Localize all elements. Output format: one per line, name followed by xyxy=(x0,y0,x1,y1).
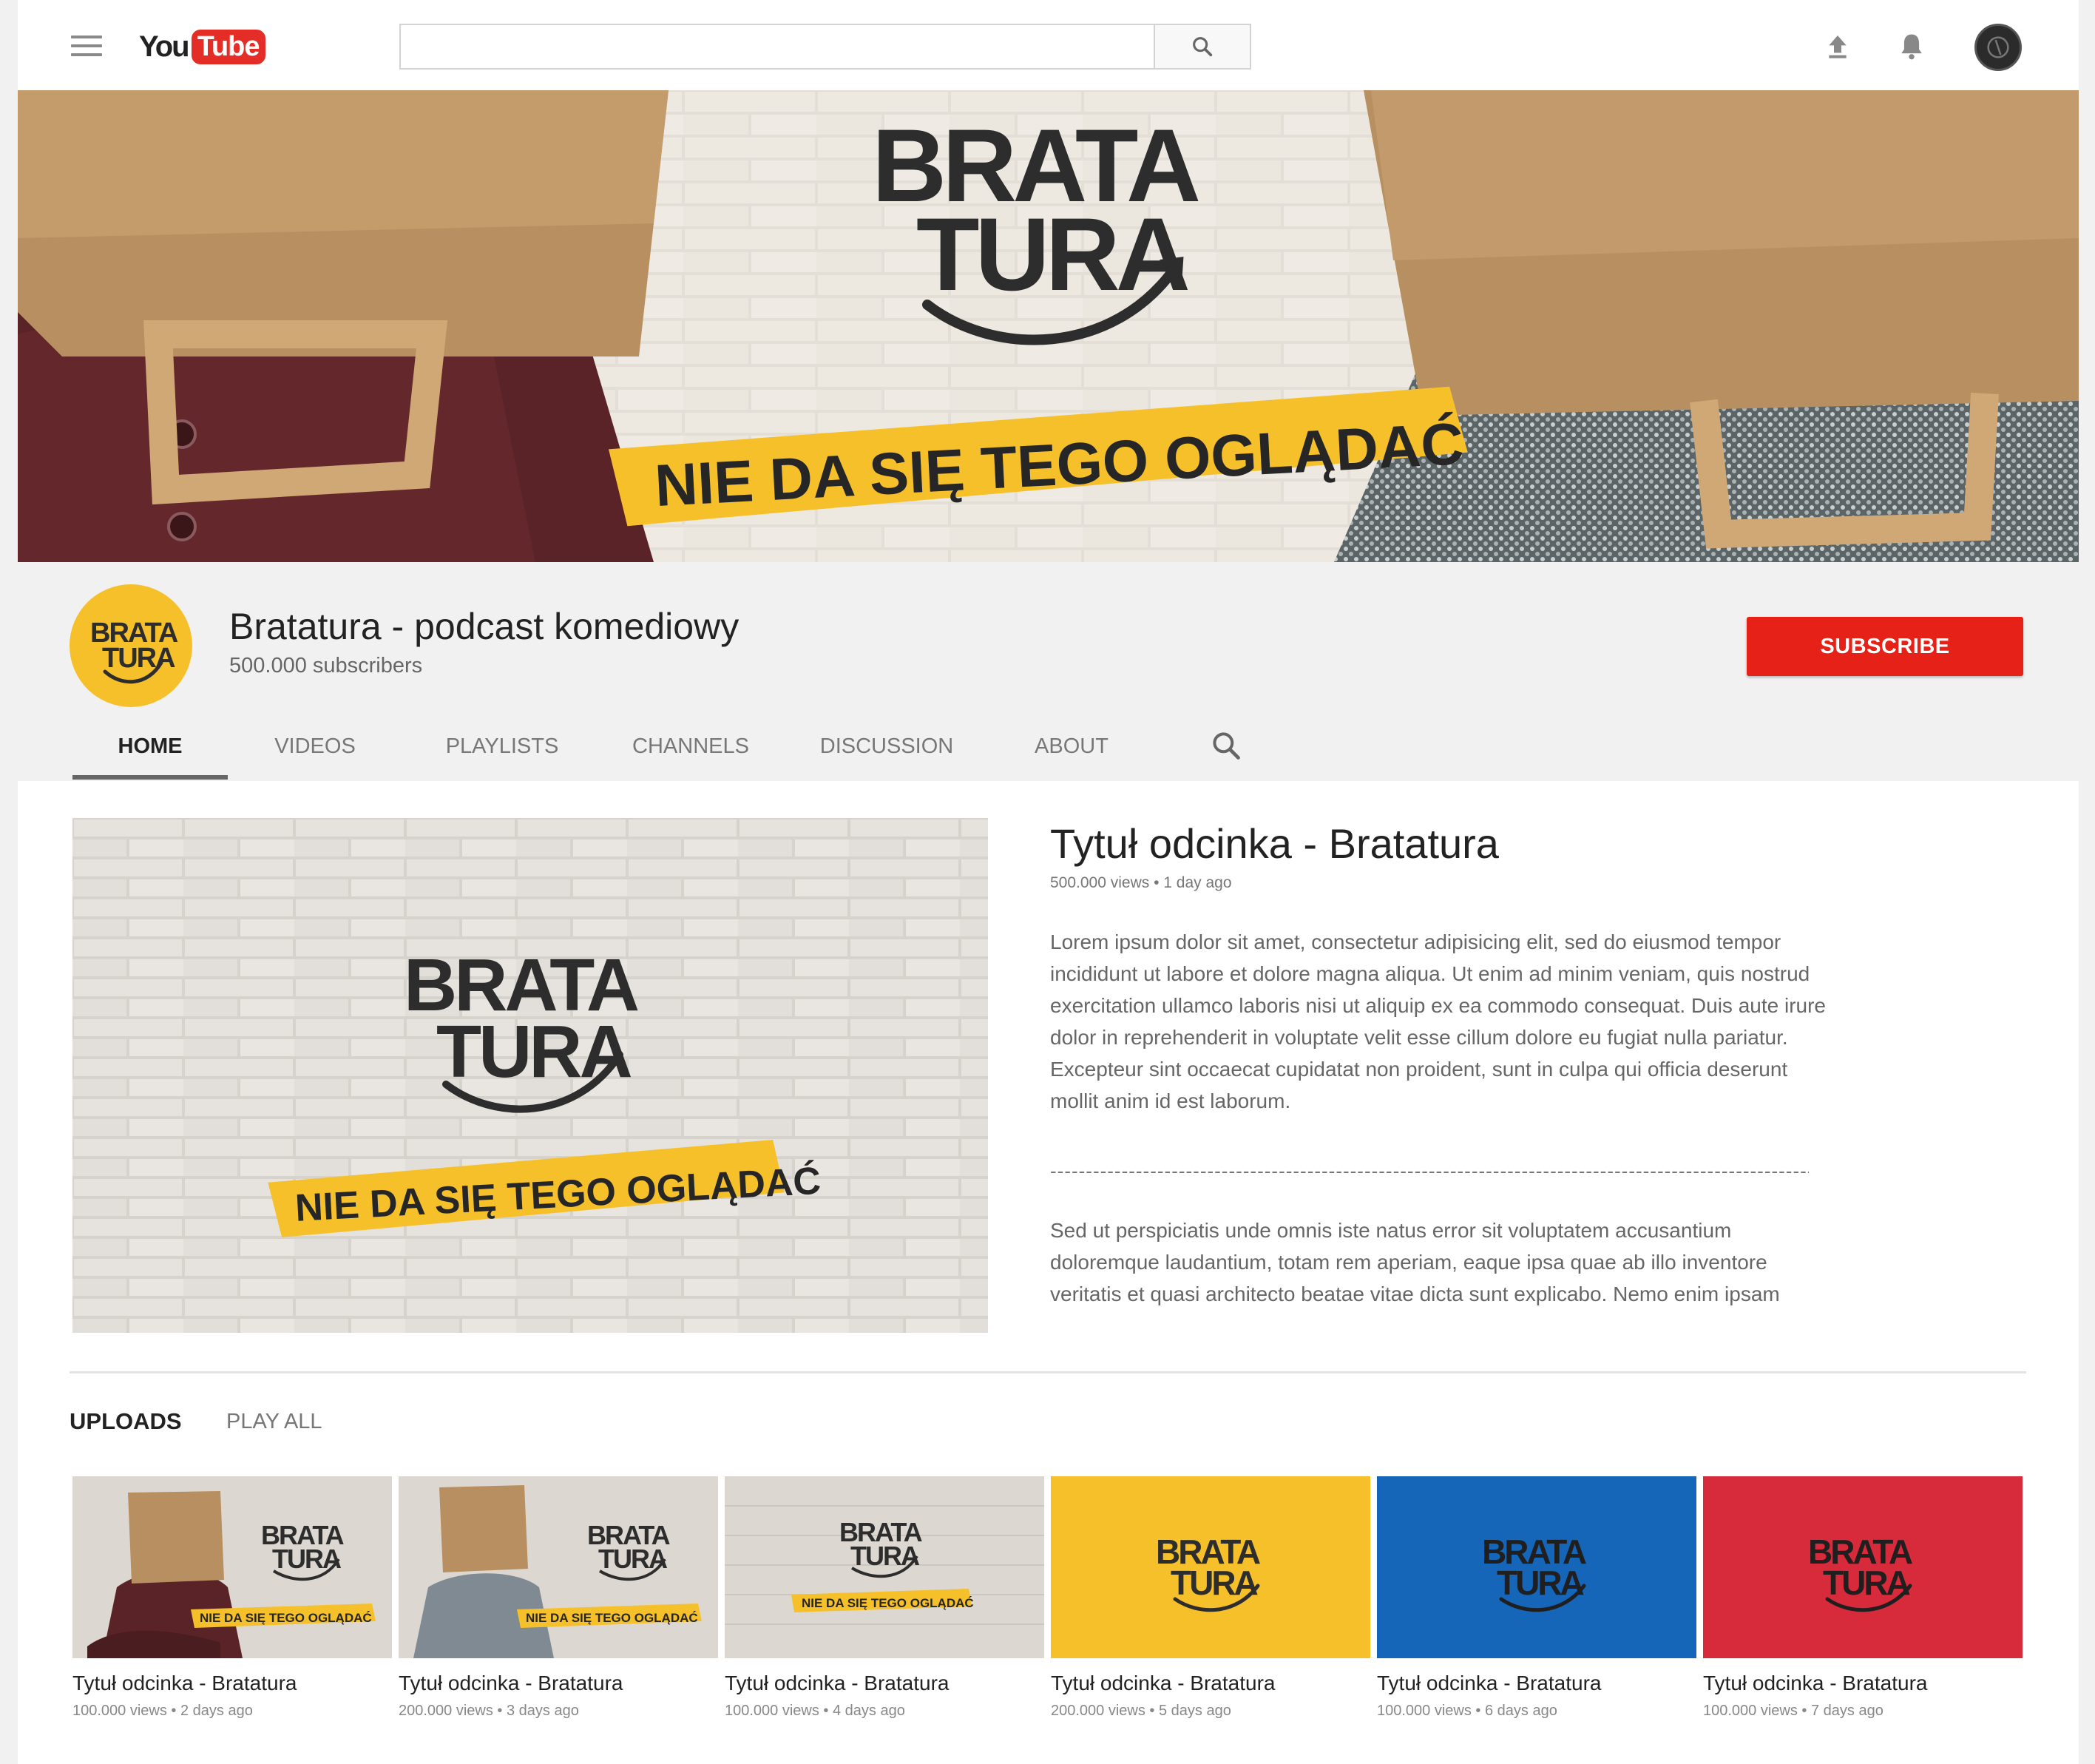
video-thumbnail[interactable]: BRATA TURA NIE DA SIĘ TEGO OGLĄDAĆ xyxy=(399,1476,718,1658)
thumb-logo-line2: TURA xyxy=(1823,1564,1910,1602)
video-card[interactable]: BRATA TURA NIE DA SIĘ TEGO OGLĄDAĆ Tytuł… xyxy=(725,1476,1044,1743)
section-divider xyxy=(70,1371,2026,1373)
video-thumbnail[interactable]: BRATA TURA NIE DA SIĘ TEGO OGLĄDAĆ xyxy=(72,1476,392,1658)
tab-playlists[interactable]: PLAYLISTS xyxy=(402,713,602,780)
search-button[interactable] xyxy=(1154,24,1251,70)
notification-bell-icon[interactable] xyxy=(1892,27,1932,67)
channel-search-icon[interactable] xyxy=(1205,725,1247,766)
channel-tabs: HOME VIDEOS PLAYLISTS CHANNELS DISCUSSIO… xyxy=(72,713,1149,780)
play-all-button[interactable]: PLAY ALL xyxy=(226,1410,322,1434)
thumb-logo-line2: TURA xyxy=(1497,1564,1584,1602)
video-meta: 100.000 views • 4 days ago xyxy=(725,1703,905,1719)
logo-tube-text: Tube xyxy=(191,29,265,64)
video-title[interactable]: Tytuł odcinka - Bratatura xyxy=(1703,1672,1927,1695)
video-meta: 100.000 views • 2 days ago xyxy=(72,1703,253,1719)
video-meta: 200.000 views • 3 days ago xyxy=(399,1703,579,1719)
video-thumbnail[interactable]: BRATA TURA xyxy=(1703,1476,2023,1658)
tab-discussion[interactable]: DISCUSSION xyxy=(779,713,994,780)
video-thumbnail[interactable]: BRATA TURA NIE DA SIĘ TEGO OGLĄDAĆ xyxy=(725,1476,1044,1658)
channel-home-content: BRATA TURA NIE DA SIĘ TEGO OGLĄDAĆ Tytuł… xyxy=(18,781,2079,1764)
video-meta: 200.000 views • 5 days ago xyxy=(1051,1703,1231,1719)
thumb-tagline: NIE DA SIĘ TEGO OGLĄDAĆ xyxy=(802,1596,974,1610)
video-title[interactable]: Tytuł odcinka - Bratatura xyxy=(399,1672,623,1695)
subscribe-button[interactable]: SUBSCRIBE xyxy=(1747,617,2023,676)
video-card[interactable]: BRATA TURA Tytuł odcinka - Bratatura 200… xyxy=(1051,1476,1370,1743)
uploads-row: BRATA TURA NIE DA SIĘ TEGO OGLĄDAĆ Tytuł… xyxy=(72,1476,2026,1743)
thumb-tagline: NIE DA SIĘ TEGO OGLĄDAĆ xyxy=(200,1611,372,1625)
channel-header: BRATA TURA Bratatura - podcast komediowy… xyxy=(18,562,2079,781)
youtube-logo[interactable]: You Tube xyxy=(139,27,265,67)
channel-banner: BRATA TURA NIE DA SIĘ TEGO OGLĄDAĆ xyxy=(18,90,2079,562)
video-title[interactable]: Tytuł odcinka - Bratatura xyxy=(72,1672,297,1695)
top-bar: You Tube xyxy=(18,0,2079,90)
avatar-logo-line2: TURA xyxy=(102,643,175,674)
video-title[interactable]: Tytuł odcinka - Bratatura xyxy=(1377,1672,1601,1695)
featured-video-description: Lorem ipsum dolor sit amet, consectetur … xyxy=(1050,930,1826,1112)
video-card[interactable]: BRATA TURA NIE DA SIĘ TEGO OGLĄDAĆ Tytuł… xyxy=(72,1476,392,1743)
description-separator: ----------------------------------------… xyxy=(1050,1160,1809,1182)
tab-videos[interactable]: VIDEOS xyxy=(228,713,402,780)
search-input[interactable] xyxy=(399,24,1173,70)
upload-icon[interactable] xyxy=(1819,28,1856,65)
channel-title: Bratatura - podcast komediowy xyxy=(229,606,739,647)
video-meta: 100.000 views • 6 days ago xyxy=(1377,1703,1557,1719)
featured-video-description-continued: Sed ut perspiciatis unde omnis iste natu… xyxy=(1050,1219,1780,1305)
thumb-logo-line2: TURA xyxy=(1171,1564,1258,1602)
banner-art: BRATA TURA NIE DA SIĘ TEGO OGLĄDAĆ xyxy=(18,90,2079,562)
video-card[interactable]: BRATA TURA NIE DA SIĘ TEGO OGLĄDAĆ Tytuł… xyxy=(399,1476,718,1743)
video-thumbnail[interactable]: BRATA TURA xyxy=(1051,1476,1370,1658)
video-title[interactable]: Tytuł odcinka - Bratatura xyxy=(1051,1672,1275,1695)
video-card[interactable]: BRATA TURA Tytuł odcinka - Bratatura 100… xyxy=(1377,1476,1696,1743)
video-meta: 100.000 views • 7 days ago xyxy=(1703,1703,1884,1719)
tab-home[interactable]: HOME xyxy=(72,713,228,780)
featured-video-title[interactable]: Tytuł odcinka - Bratatura xyxy=(1050,820,1499,868)
thumb-tagline: NIE DA SIĘ TEGO OGLĄDAĆ xyxy=(526,1611,698,1625)
subscriber-count: 500.000 subscribers xyxy=(229,654,423,677)
featured-video-player[interactable]: BRATA TURA NIE DA SIĘ TEGO OGLĄDAĆ xyxy=(72,818,988,1333)
featured-video-meta: 500.000 views • 1 day ago xyxy=(1050,874,1232,891)
video-card[interactable]: BRATA TURA Tytuł odcinka - Bratatura 100… xyxy=(1703,1476,2023,1743)
video-thumbnail[interactable]: BRATA TURA xyxy=(1377,1476,1696,1658)
menu-icon[interactable] xyxy=(71,36,102,56)
tab-channels[interactable]: CHANNELS xyxy=(602,713,779,780)
channel-avatar[interactable]: BRATA TURA xyxy=(70,584,192,707)
search-icon xyxy=(1193,37,1213,57)
video-title[interactable]: Tytuł odcinka - Bratatura xyxy=(725,1672,949,1695)
logo-you-text: You xyxy=(139,30,190,63)
account-avatar[interactable] xyxy=(1974,24,2022,71)
tab-about[interactable]: ABOUT xyxy=(994,713,1149,780)
uploads-heading: UPLOADS xyxy=(70,1408,182,1434)
